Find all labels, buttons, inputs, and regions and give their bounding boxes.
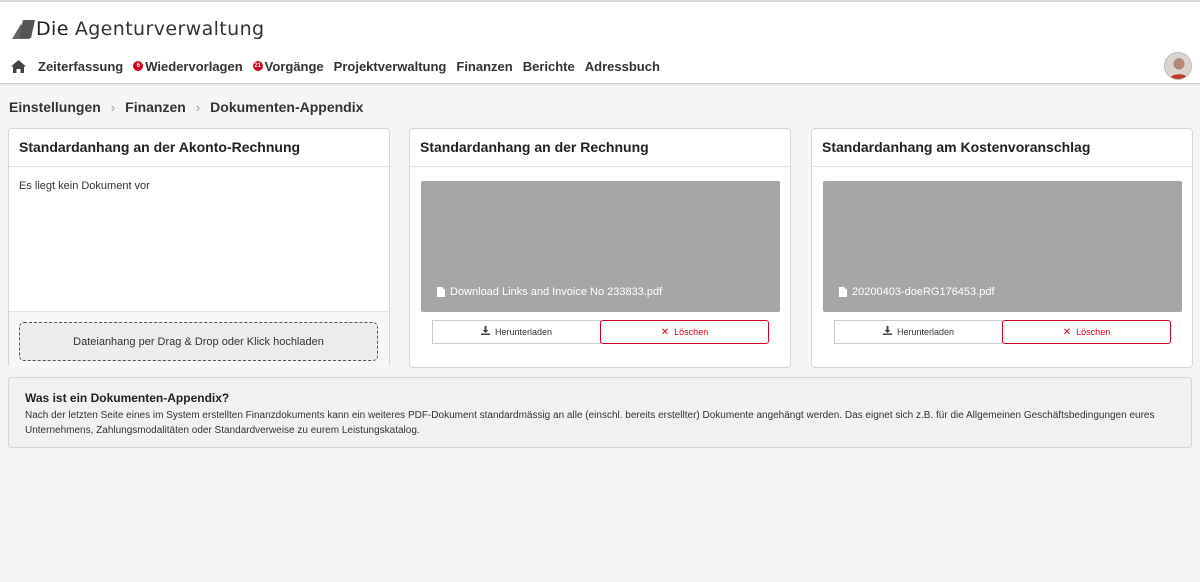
delete-button[interactable]: ✕ Löschen: [1002, 320, 1171, 344]
chevron-right-icon: ›: [195, 99, 201, 115]
logo-icon: [12, 18, 35, 40]
card-title: Standardanhang an der Akonto-Rechnung: [9, 129, 389, 167]
file-icon: [839, 287, 847, 297]
breadcrumb: Einstellungen › Finanzen › Dokumenten-Ap…: [9, 99, 363, 115]
download-icon: [882, 326, 892, 338]
home-icon[interactable]: [10, 58, 26, 74]
nav-item-projektverwaltung[interactable]: Projektverwaltung: [334, 59, 447, 74]
download-button[interactable]: Herunterladen: [834, 320, 1003, 344]
file-name-label: Download Links and Invoice No 233833.pdf: [450, 286, 663, 298]
document-preview[interactable]: Download Links and Invoice No 233833.pdf: [421, 181, 780, 312]
nav-item-label: Zeiterfassung: [38, 58, 124, 74]
app-header: Die Agenturverwaltung Zeiterfassung 6 Wied…: [0, 2, 1200, 84]
delete-label: Löschen: [674, 327, 709, 337]
file-name-label: 20200403-doeRG176453.pdf: [852, 286, 995, 298]
nav-item-label: Wiedervorlagen: [145, 58, 243, 74]
nav-item-adressbuch[interactable]: Adressbuch: [585, 59, 660, 74]
nav-item-wiedervorlagen[interactable]: 6 Wiedervorlagen: [133, 58, 243, 74]
logo-text-name: Agenturverwaltung: [74, 18, 265, 40]
nav-item-zeiterfassung[interactable]: Zeiterfassung: [38, 59, 123, 74]
download-icon: [480, 326, 490, 338]
close-icon: ✕: [1062, 326, 1072, 338]
file-name: 20200403-doeRG176453.pdf: [839, 286, 995, 298]
breadcrumb-item-current: Dokumenten-Appendix: [210, 99, 364, 115]
download-label: Herunterladen: [896, 327, 955, 337]
breadcrumb-item-finanzen[interactable]: Finanzen: [125, 99, 186, 115]
breadcrumb-item-einstellungen[interactable]: Einstellungen: [9, 99, 101, 115]
card-rechnung: Standardanhang an der Rechnung Download …: [409, 128, 791, 368]
logo-text-die: Die: [36, 18, 69, 40]
info-title: Was ist ein Dokumenten-Appendix?: [25, 391, 230, 405]
card-actions: Herunterladen ✕ Löschen: [432, 320, 769, 344]
app-logo[interactable]: Die Agenturverwaltung: [12, 15, 265, 43]
file-icon: [437, 287, 445, 297]
nav-item-label: Finanzen: [456, 58, 513, 74]
delete-label: Löschen: [1076, 327, 1111, 337]
card-footer: Dateianhang per Drag & Drop oder Klick h…: [9, 311, 389, 368]
app-title: Die Agenturverwaltung: [36, 18, 265, 40]
file-dropzone[interactable]: Dateianhang per Drag & Drop oder Klick h…: [19, 322, 378, 361]
notification-badge: 6: [133, 61, 144, 71]
empty-state-text: Es liegt kein Dokument vor: [19, 180, 150, 192]
card-title: Standardanhang an der Rechnung: [410, 129, 790, 167]
avatar[interactable]: [1164, 52, 1192, 80]
nav-item-label: Vorgänge: [264, 58, 324, 74]
notification-badge: 21: [252, 61, 263, 71]
card-actions: Herunterladen ✕ Löschen: [834, 320, 1171, 344]
nav-item-label: Adressbuch: [584, 58, 660, 74]
nav-item-finanzen[interactable]: Finanzen: [456, 59, 512, 74]
info-text: Nach der letzten Seite eines im System e…: [25, 410, 1155, 436]
nav-item-label: Projektverwaltung: [333, 58, 447, 74]
document-preview[interactable]: 20200403-doeRG176453.pdf: [823, 181, 1182, 312]
nav-item-label: Berichte: [522, 58, 575, 74]
nav-item-berichte[interactable]: Berichte: [523, 59, 575, 74]
close-icon: ✕: [660, 326, 670, 338]
nav-item-vorgaenge[interactable]: 21 Vorgänge: [252, 58, 324, 74]
main-nav: Zeiterfassung 6 Wiedervorlagen 21 Vorgänge…: [10, 57, 670, 75]
card-title: Standardanhang am Kostenvoranschlag: [812, 129, 1192, 167]
card-akonto-rechnung: Standardanhang an der Akonto-Rechnung Es…: [8, 128, 390, 368]
info-box: Was ist ein Dokumenten-Appendix? Nach de…: [8, 377, 1192, 448]
download-label: Herunterladen: [494, 327, 553, 337]
card-kostenvoranschlag: Standardanhang am Kostenvoranschlag 2020…: [811, 128, 1193, 368]
download-button[interactable]: Herunterladen: [432, 320, 601, 344]
file-name: Download Links and Invoice No 233833.pdf: [437, 286, 662, 298]
delete-button[interactable]: ✕ Löschen: [600, 320, 769, 344]
chevron-right-icon: ›: [110, 99, 116, 115]
